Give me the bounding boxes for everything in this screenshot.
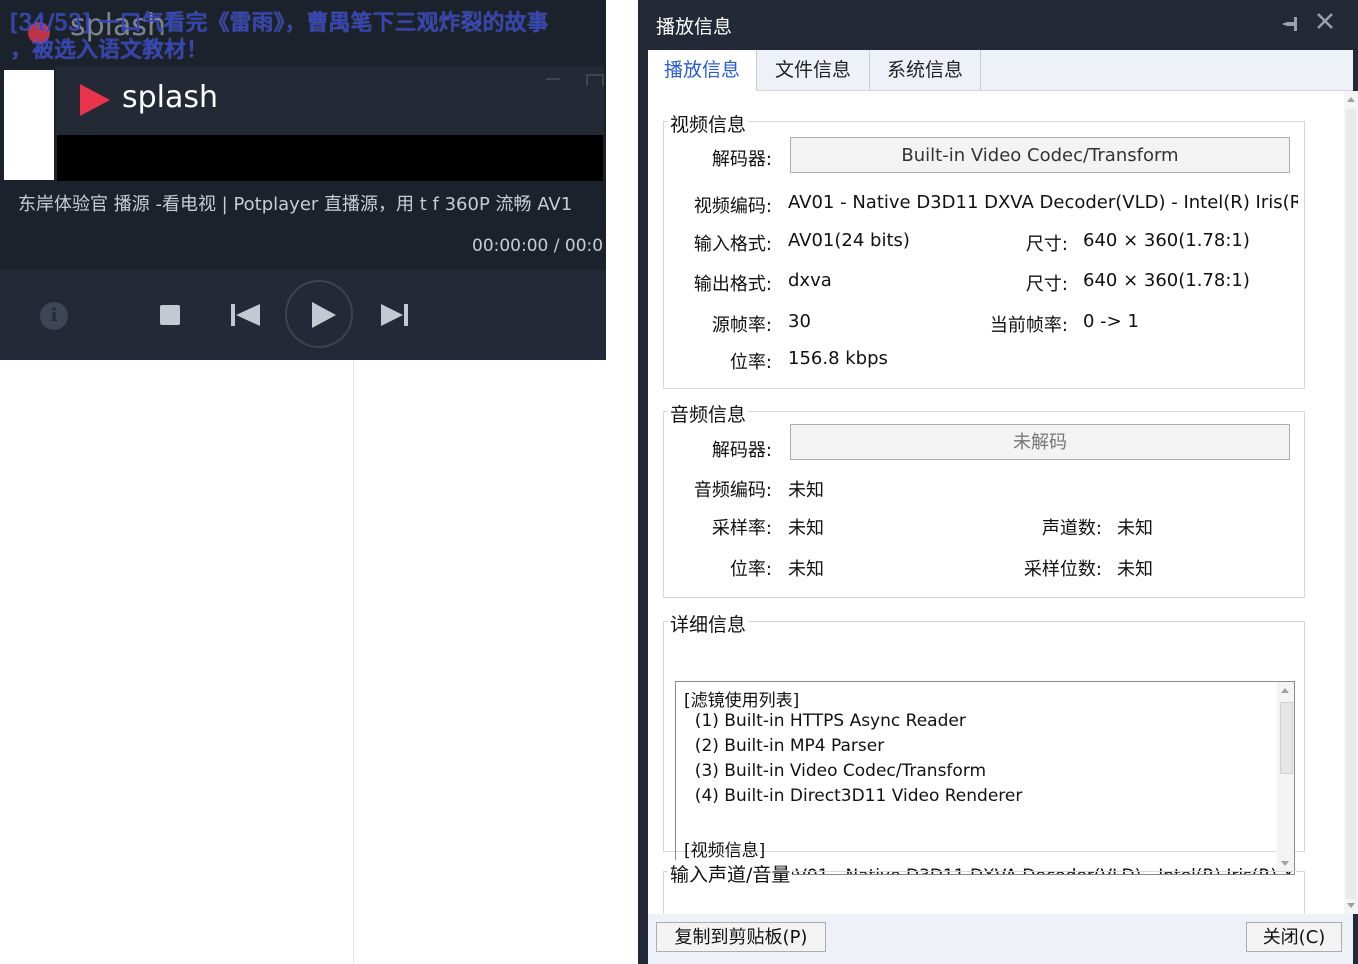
- audio-bitrate-value: 未知: [788, 559, 824, 580]
- dialog-scroll-thumb[interactable]: [1346, 109, 1356, 899]
- pin-icon[interactable]: [1282, 14, 1302, 34]
- video-info-title: 视频信息: [668, 110, 749, 137]
- channel-volume-title: 输入声道/音量: [668, 860, 793, 887]
- detail-line: (1) Built-in HTTPS Async Reader: [684, 711, 966, 731]
- current-fps-label: 当前帧率:: [989, 315, 1068, 336]
- input-size-label: 尺寸:: [1025, 234, 1068, 255]
- video-area[interactable]: [57, 135, 603, 181]
- video-decoder-label: 解码器:: [711, 149, 772, 170]
- detail-line: (2) Built-in MP4 Parser: [684, 736, 885, 756]
- detail-line: (4) Built-in Direct3D11 Video Renderer: [684, 786, 1023, 806]
- dialog-footer: 复制到剪贴板(P) 关闭(C): [648, 914, 1353, 964]
- tab-playback-info[interactable]: 播放信息: [648, 50, 757, 91]
- video-bitrate-label: 位率:: [729, 352, 772, 373]
- splash-logo-text: splash: [122, 80, 219, 115]
- channels-value: 未知: [1117, 518, 1153, 539]
- video-bitrate-value: 156.8 kbps: [788, 348, 888, 369]
- audio-codec-value: 未知: [788, 480, 824, 501]
- maximize-icon[interactable]: [586, 74, 604, 86]
- detail-info-title: 详细信息: [668, 610, 749, 637]
- video-codec-label: 视频编码:: [693, 196, 772, 217]
- input-size-value: 640 × 360(1.78:1): [1083, 230, 1250, 251]
- info-icon[interactable]: i: [40, 302, 68, 330]
- detail-line: [视频信息]: [684, 841, 766, 861]
- track-info: 东岸体验官 播源 -看电视 | Potplayer 直播源，用 t f 360P…: [18, 194, 573, 215]
- audio-codec-label: 音频编码:: [693, 480, 772, 501]
- audio-decoder-button[interactable]: 未解码: [790, 424, 1290, 460]
- detail-textbox[interactable]: [滤镜使用列表] (1) Built-in HTTPS Async Reader…: [675, 681, 1295, 875]
- audio-decoder-label: 解码器:: [711, 440, 772, 461]
- audio-info-title: 音频信息: [668, 400, 749, 427]
- sample-rate-value: 未知: [788, 518, 824, 539]
- copy-to-clipboard-button[interactable]: 复制到剪贴板(P): [656, 922, 826, 952]
- input-format-label: 输入格式:: [693, 234, 772, 255]
- next-icon-triangle: [381, 304, 403, 326]
- stop-icon[interactable]: [160, 305, 180, 325]
- play-icon[interactable]: [312, 302, 336, 328]
- current-fps-value: 0 -> 1: [1083, 311, 1139, 332]
- splash-logo-icon: [80, 84, 110, 116]
- scroll-up-icon[interactable]: [1347, 97, 1355, 102]
- channels-label: 声道数:: [1041, 518, 1102, 539]
- dialog-scrollbar[interactable]: [1344, 91, 1358, 914]
- background-divider: [353, 360, 354, 964]
- scroll-down-icon[interactable]: [1281, 861, 1289, 866]
- detail-line: (3) Built-in Video Codec/Transform: [684, 761, 987, 781]
- source-fps-value: 30: [788, 311, 811, 332]
- source-fps-label: 源帧率:: [711, 315, 772, 336]
- tab-file-info[interactable]: 文件信息: [757, 50, 870, 90]
- scroll-down-icon[interactable]: [1347, 903, 1355, 908]
- output-format-label: 输出格式:: [693, 274, 772, 295]
- output-size-label: 尺寸:: [1025, 274, 1068, 295]
- previous-icon-bar: [231, 304, 235, 326]
- minimize-icon[interactable]: [546, 78, 560, 80]
- tab-bar: 播放信息 文件信息 系统信息: [648, 50, 1353, 91]
- overlay-title-line1: [34/53] 一口气看完《雷雨》，曹禺笔下三观炸裂的故事: [10, 11, 549, 36]
- output-size-value: 640 × 360(1.78:1): [1083, 270, 1250, 291]
- tab-content: 视频信息 解码器: Built-in Video Codec/Transform…: [648, 91, 1338, 914]
- overlay-title-line2: ，被选入语文教材！: [10, 38, 209, 63]
- next-icon-bar: [404, 304, 408, 326]
- detail-scroll-thumb[interactable]: [1280, 702, 1293, 774]
- audio-bitrate-label: 位率:: [729, 559, 772, 580]
- previous-icon-triangle: [236, 304, 260, 326]
- input-format-value: AV01(24 bits): [788, 230, 910, 251]
- player-window: splash splash [34/53] 一口气看完《雷雨》，曹禺笔下三观炸裂…: [0, 0, 606, 360]
- dialog-body: 播放信息 文件信息 系统信息 视频信息 解码器: Built-in Video …: [648, 50, 1358, 914]
- video-decoder-button[interactable]: Built-in Video Codec/Transform: [790, 137, 1290, 173]
- video-codec-value: AV01 - Native D3D11 DXVA Decoder(VLD) - …: [788, 192, 1298, 213]
- close-icon[interactable]: [1314, 10, 1338, 34]
- detail-scrollbar[interactable]: [1277, 682, 1294, 872]
- tab-system-info[interactable]: 系统信息: [870, 50, 981, 90]
- overlay-title: [34/53] 一口气看完《雷雨》，曹禺笔下三观炸裂的故事 ，被选入语文教材！: [10, 10, 616, 64]
- close-button[interactable]: 关闭(C): [1246, 922, 1342, 952]
- output-format-value: dxva: [788, 270, 832, 291]
- dialog-title: 播放信息: [656, 16, 733, 38]
- sample-bits-label: 采样位数:: [1023, 559, 1102, 580]
- sample-bits-value: 未知: [1117, 559, 1153, 580]
- playback-info-dialog: 播放信息 播放信息 文件信息 系统信息 视频信息 解码器: Built-in V…: [638, 0, 1358, 964]
- sample-rate-label: 采样率:: [711, 518, 772, 539]
- time-display: 00:00:00 / 00:00: [472, 236, 604, 256]
- thumbnail-placeholder: [4, 70, 54, 180]
- scroll-up-icon[interactable]: [1281, 688, 1289, 693]
- detail-line: [滤镜使用列表]: [684, 691, 800, 711]
